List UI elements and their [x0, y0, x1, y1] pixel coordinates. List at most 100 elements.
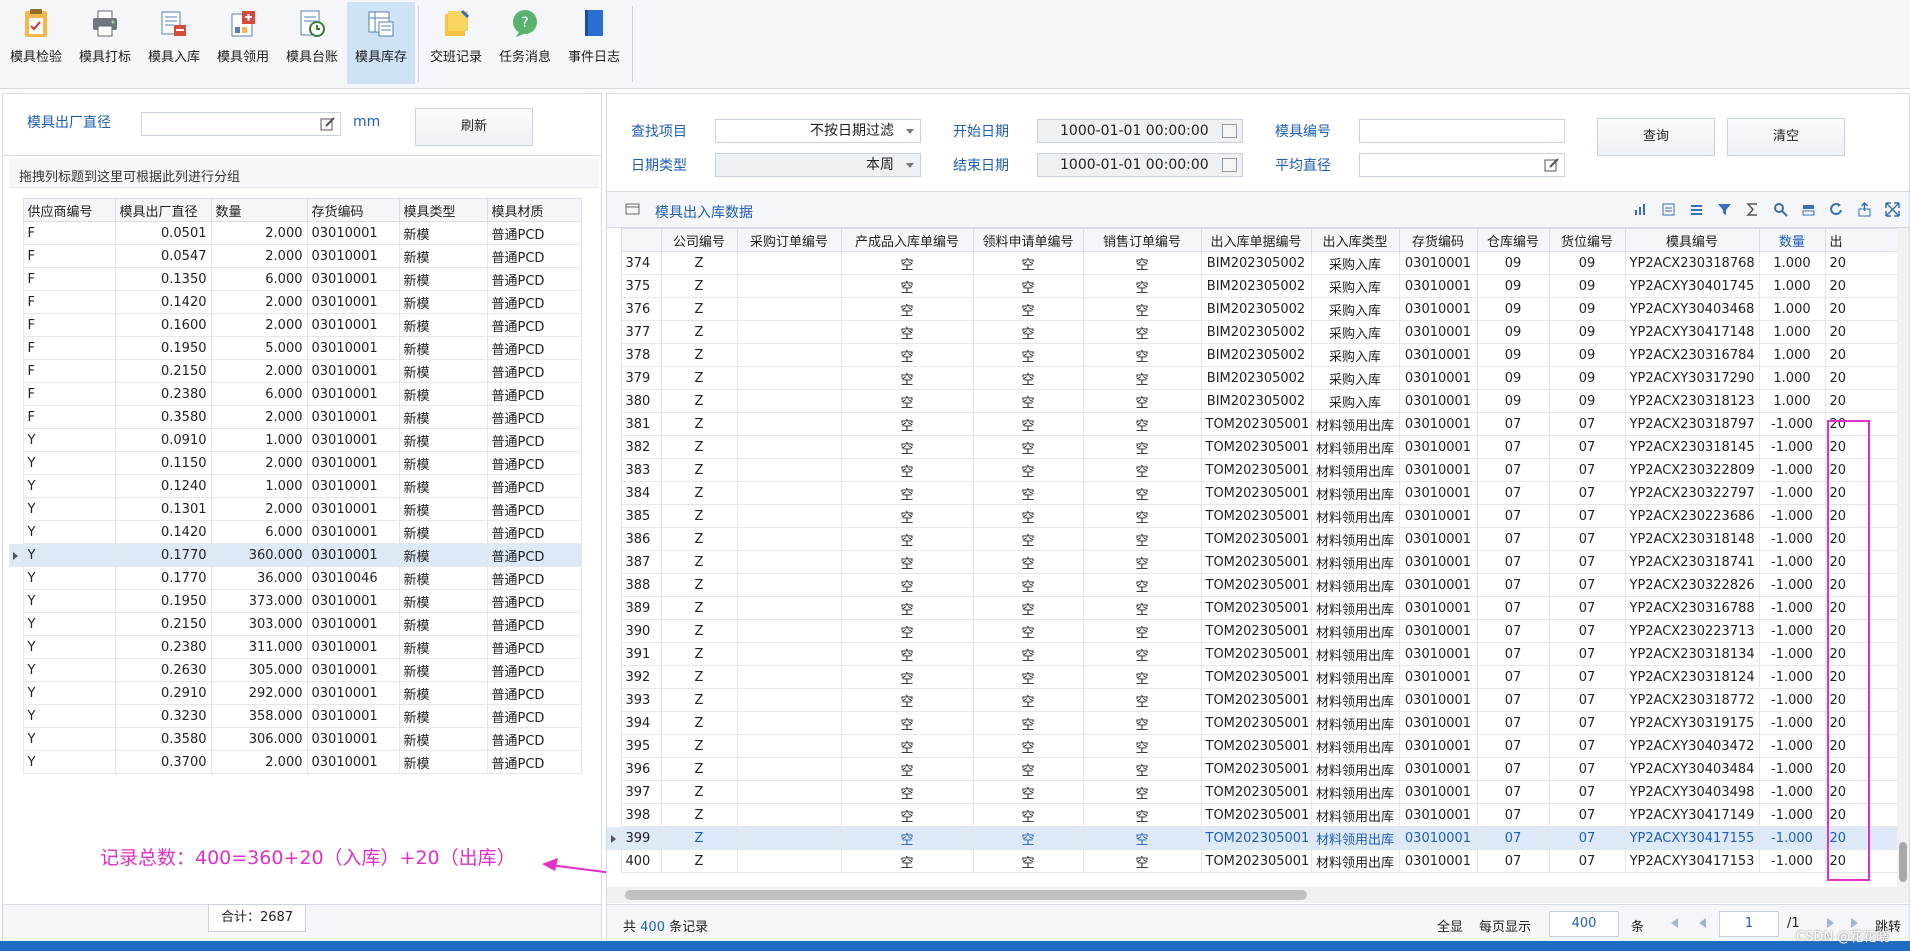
table-cell[interactable]: 新模: [398, 612, 488, 636]
table-cell[interactable]: 03010001: [306, 336, 400, 360]
quantity-column-header[interactable]: 数量: [1758, 228, 1826, 252]
table-cell[interactable]: Y: [22, 635, 116, 659]
table-cell[interactable]: [736, 757, 842, 781]
table-cell[interactable]: TOM202305001: [1200, 527, 1312, 551]
table-cell[interactable]: 5.000: [210, 336, 308, 360]
table-cell[interactable]: 空: [840, 366, 974, 390]
table-cell[interactable]: 空: [1082, 849, 1202, 873]
table-cell[interactable]: 空: [972, 320, 1084, 344]
table-cell[interactable]: Z: [660, 688, 738, 712]
table-cell[interactable]: [736, 619, 842, 643]
table-cell[interactable]: 03010001: [306, 405, 400, 429]
table-cell[interactable]: 03010001: [306, 750, 400, 774]
table-cell[interactable]: 07: [1548, 688, 1626, 712]
table-row[interactable]: Y 0.3230 358.000 03010001 新模 普通PCD: [9, 704, 582, 728]
table-cell[interactable]: 03010001: [1398, 849, 1478, 873]
row-indicator[interactable]: [9, 359, 23, 383]
table-cell[interactable]: 20: [1824, 297, 1898, 321]
table-cell[interactable]: 普通PCD: [486, 313, 582, 337]
table-cell[interactable]: 20: [1824, 711, 1898, 735]
table-cell[interactable]: [736, 412, 842, 436]
table-cell[interactable]: [736, 435, 842, 459]
table-cell[interactable]: 新模: [398, 750, 488, 774]
table-row[interactable]: 386 Z 空空空 TOM202305001 材料领用出库 03010001 07 07 YP2…: [607, 527, 1898, 551]
table-cell[interactable]: 07: [1476, 826, 1550, 850]
table-cell[interactable]: YP2ACX230318124: [1624, 665, 1760, 689]
table-cell[interactable]: 03010001: [306, 290, 400, 314]
table-cell[interactable]: 空: [972, 757, 1084, 781]
table-cell[interactable]: 0.2910: [114, 681, 212, 705]
row-indicator[interactable]: [607, 366, 621, 390]
row-indicator[interactable]: [607, 803, 621, 827]
table-cell[interactable]: 材料领用出库: [1310, 412, 1400, 436]
table-cell[interactable]: 07: [1476, 481, 1550, 505]
table-cell[interactable]: 360.000: [210, 543, 308, 567]
table-cell[interactable]: 0.1420: [114, 290, 212, 314]
table-cell[interactable]: 07: [1548, 711, 1626, 735]
table-row[interactable]: 397 Z 空空空 TOM202305001 材料领用出库 03010001 07 07 YP2…: [607, 780, 1898, 804]
table-cell[interactable]: 空: [1082, 274, 1202, 298]
table-cell[interactable]: YP2ACXY30417155: [1624, 826, 1760, 850]
table-cell[interactable]: 新模: [398, 290, 488, 314]
table-row[interactable]: Y 0.1301 2.000 03010001 新模 普通PCD: [9, 497, 582, 521]
row-indicator[interactable]: [9, 750, 23, 774]
table-cell[interactable]: 09: [1476, 389, 1550, 413]
table-cell[interactable]: 6.000: [210, 267, 308, 291]
table-row[interactable]: 396 Z 空空空 TOM202305001 材料领用出库 03010001 07 07 YP2…: [607, 757, 1898, 781]
table-cell[interactable]: -1.000: [1758, 826, 1826, 850]
table-cell[interactable]: 20: [1824, 596, 1898, 620]
table-cell[interactable]: 292.000: [210, 681, 308, 705]
table-cell[interactable]: Z: [660, 297, 738, 321]
table-cell[interactable]: 09: [1476, 274, 1550, 298]
table-cell[interactable]: 空: [1082, 619, 1202, 643]
table-row[interactable]: Y 0.1420 6.000 03010001 新模 普通PCD: [9, 520, 582, 544]
table-cell[interactable]: 新模: [398, 428, 488, 452]
table-cell[interactable]: 空: [840, 573, 974, 597]
table-cell[interactable]: YP2ACXY30417148: [1624, 320, 1760, 344]
table-cell[interactable]: Z: [660, 412, 738, 436]
table-cell[interactable]: 空: [1082, 734, 1202, 758]
table-cell[interactable]: Y: [22, 474, 116, 498]
table-cell[interactable]: 0.0501: [114, 221, 212, 245]
edit-icon[interactable]: [320, 116, 336, 132]
table-cell[interactable]: 03010001: [306, 635, 400, 659]
table-cell[interactable]: 0.2150: [114, 359, 212, 383]
table-cell[interactable]: Y: [22, 589, 116, 613]
table-cell[interactable]: Y: [22, 520, 116, 544]
table-cell[interactable]: 03010001: [1398, 826, 1478, 850]
table-cell[interactable]: Z: [660, 849, 738, 873]
table-cell[interactable]: 空: [1082, 688, 1202, 712]
table-cell[interactable]: [736, 504, 842, 528]
table-cell[interactable]: 03010001: [306, 497, 400, 521]
table-cell[interactable]: 空: [840, 780, 974, 804]
table-row[interactable]: F 0.1350 6.000 03010001 新模 普通PCD: [9, 267, 582, 291]
find-item-select[interactable]: 不按日期过滤: [715, 119, 921, 143]
table-cell[interactable]: 空: [840, 619, 974, 643]
table-cell[interactable]: 09: [1548, 366, 1626, 390]
table-cell[interactable]: 空: [1082, 251, 1202, 275]
table-cell[interactable]: 普通PCD: [486, 750, 582, 774]
table-cell[interactable]: 空: [972, 734, 1084, 758]
table-cell[interactable]: 新模: [398, 543, 488, 567]
table-cell[interactable]: YP2ACXY30403472: [1624, 734, 1760, 758]
table-cell[interactable]: 采购入库: [1310, 366, 1400, 390]
table-cell[interactable]: 07: [1548, 757, 1626, 781]
table-cell[interactable]: Y: [22, 681, 116, 705]
table-cell[interactable]: 0.1420: [114, 520, 212, 544]
table-cell[interactable]: 新模: [398, 382, 488, 406]
table-cell[interactable]: 普通PCD: [486, 520, 582, 544]
table-row[interactable]: 389 Z 空空空 TOM202305001 材料领用出库 03010001 07 07 YP2…: [607, 596, 1898, 620]
table-cell[interactable]: 普通PCD: [486, 497, 582, 521]
table-cell[interactable]: 07: [1548, 826, 1626, 850]
table-cell[interactable]: 材料领用出库: [1310, 550, 1400, 574]
table-cell[interactable]: 03010001: [1398, 527, 1478, 551]
table-cell[interactable]: 普通PCD: [486, 727, 582, 751]
table-cell[interactable]: 空: [840, 826, 974, 850]
table-cell[interactable]: 07: [1548, 435, 1626, 459]
table-cell[interactable]: 空: [972, 711, 1084, 735]
table-cell[interactable]: 普通PCD: [486, 704, 582, 728]
table-cell[interactable]: YP2ACX230318148: [1624, 527, 1760, 551]
table-cell[interactable]: 2.000: [210, 750, 308, 774]
table-cell[interactable]: 新模: [398, 704, 488, 728]
table-row[interactable]: 375 Z 空空空 BIM202305002 采购入库 03010001 09 09 YP2AC…: [607, 274, 1898, 298]
